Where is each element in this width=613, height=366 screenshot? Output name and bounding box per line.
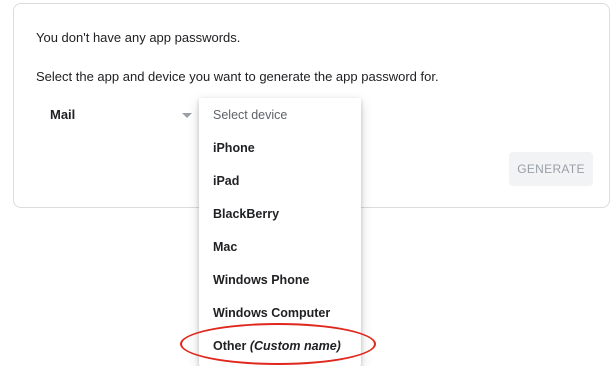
select-app-value: Mail [50, 107, 76, 122]
dropdown-arrow-icon [182, 113, 192, 118]
select-app-dropdown[interactable]: Mail [36, 100, 196, 126]
generate-instructions: Select the app and device you want to ge… [36, 69, 439, 84]
device-option-mac[interactable]: Mac [199, 231, 361, 263]
device-option-iphone[interactable]: iPhone [199, 132, 361, 164]
select-device-menu: Select device iPhone iPad BlackBerry Mac… [199, 98, 361, 366]
device-option-other[interactable]: Other (Custom name) [199, 330, 361, 362]
device-option-windows-phone[interactable]: Windows Phone [199, 264, 361, 296]
device-option-blackberry[interactable]: BlackBerry [199, 198, 361, 230]
app-passwords-page: You don't have any app passwords. Select… [0, 0, 613, 366]
device-option-windows-computer[interactable]: Windows Computer [199, 297, 361, 329]
device-option-ipad[interactable]: iPad [199, 165, 361, 197]
no-app-passwords-message: You don't have any app passwords. [36, 30, 241, 45]
generate-button[interactable]: GENERATE [509, 152, 593, 186]
device-option-other-label: Other [213, 339, 247, 353]
device-option-other-hint: (Custom name) [249, 339, 341, 353]
device-option-placeholder[interactable]: Select device [199, 99, 361, 131]
